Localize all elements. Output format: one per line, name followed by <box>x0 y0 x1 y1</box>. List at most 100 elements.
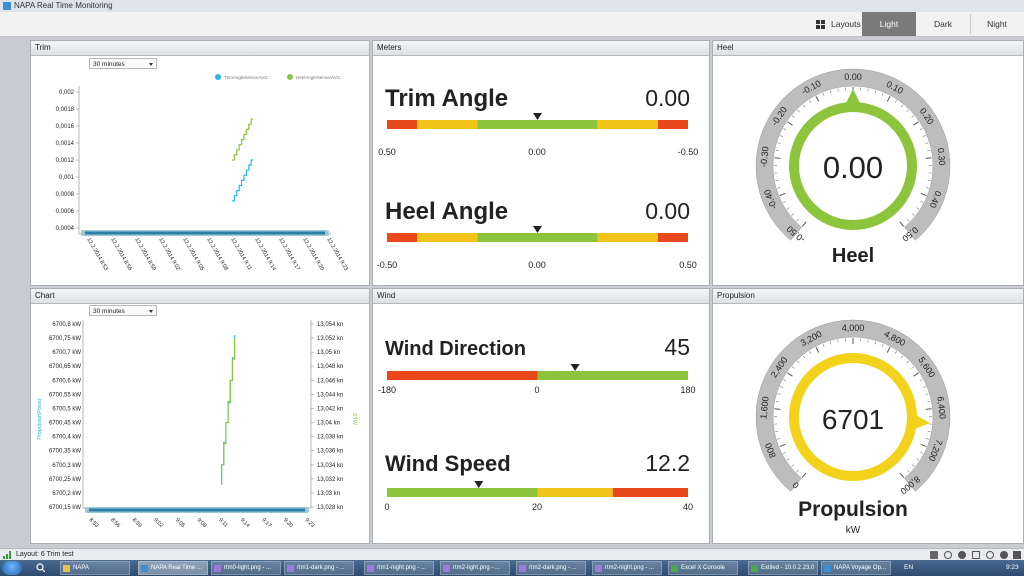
value-marker <box>474 481 484 488</box>
panel-title: Chart <box>31 289 369 304</box>
dial-minor-tick <box>907 218 910 222</box>
y-left-tick-label: 6700,75 kW <box>49 336 81 342</box>
dial-minor-tick <box>922 135 926 137</box>
gear-icon[interactable] <box>958 551 966 559</box>
layouts-label: Layouts <box>831 19 861 29</box>
dial-minor-tick <box>780 135 784 137</box>
x-tick-label: 12.2.2014 9:05 <box>181 237 205 272</box>
panel-title: Propulsion <box>713 289 1023 304</box>
theme-dark-button[interactable]: Dark <box>916 12 970 36</box>
y-left-tick-label: 6700,15 kW <box>49 505 81 511</box>
y-right-tick-label: 13,032 kn <box>317 477 343 483</box>
dial-minor-tick <box>791 213 794 216</box>
window-icon[interactable] <box>972 551 980 559</box>
dial-minor-tick <box>912 464 915 467</box>
grid-icon <box>816 20 825 29</box>
taskbar-item-file[interactable]: rtm1-dark.png - ... <box>284 561 354 575</box>
dial-minor-tick <box>777 142 781 144</box>
app-icon <box>3 2 11 10</box>
heel-angle-label: Heel Angle <box>385 198 508 225</box>
timeline-scroll-thumb[interactable] <box>85 231 325 235</box>
y-tick-label: 0,002 <box>59 90 75 96</box>
bar-segment <box>387 120 418 129</box>
dial-minor-tick <box>822 343 825 347</box>
bar-segment <box>657 120 688 129</box>
dial-tick <box>913 121 919 126</box>
taskbar-item-file[interactable]: rtm2-night.png - ... <box>592 561 662 575</box>
dial-minor-tick <box>925 142 929 144</box>
dial-minor-tick <box>922 386 926 388</box>
panel-title: Heel <box>713 41 1023 56</box>
taskbar-item-console[interactable]: Excel X Console <box>668 561 738 575</box>
settings-icon[interactable] <box>944 551 952 559</box>
info-icon[interactable] <box>986 551 994 559</box>
dial-tick <box>801 472 807 478</box>
x-tick-label: 9:11 <box>217 517 229 529</box>
clock[interactable]: 9:23 <box>1006 560 1019 576</box>
dial-minor-tick <box>919 379 923 382</box>
dial-minor-tick <box>775 430 779 433</box>
y-right-tick-label: 13,05 kn <box>317 350 340 356</box>
bar-segment <box>597 120 658 129</box>
x-tick-label: 12.2.2014 9:08 <box>205 237 229 272</box>
y-right-tick-label: 13,038 kn <box>317 435 343 441</box>
taskbar-item-extiled[interactable]: Extiled - 10.0.2.23.0 <box>748 561 818 575</box>
y-tick-label: 0,0012 <box>56 158 75 164</box>
dial-minor-tick <box>881 92 884 96</box>
x-tick-label: 12.2.2014 9:20 <box>301 237 325 272</box>
dial-minor-tick <box>900 104 904 108</box>
dial-tick <box>779 192 786 197</box>
x-tick-label: 12.2.2014 9:23 <box>325 237 349 272</box>
search-icon[interactable] <box>36 563 46 573</box>
taskbar-item-file[interactable]: rtm2-light.png - ... <box>440 561 510 575</box>
y-left-tick-label: 6700,5 kW <box>52 406 81 412</box>
value-marker <box>533 113 542 120</box>
bar-segment <box>612 488 688 497</box>
x-tick-label: 12.2.2014 9:17 <box>277 237 301 272</box>
taskbar-item-rtm[interactable]: NAPA Real Time ... <box>138 561 208 575</box>
y-tick-label: 0,0006 <box>56 209 75 215</box>
taskbar-item-file[interactable]: rtm0-light.png - ... <box>211 561 281 575</box>
dial-minor-tick <box>881 343 884 347</box>
dial-minor-tick <box>777 187 781 189</box>
wind-speed-value: 12.2 <box>645 450 690 476</box>
dial-tick-label: 4,000 <box>842 323 865 333</box>
dial-minor-tick <box>782 451 786 454</box>
start-button[interactable] <box>2 561 22 575</box>
taskbar-item-file[interactable]: rtm1-night.png - ... <box>364 561 434 575</box>
print-icon[interactable] <box>930 551 938 559</box>
y-right-tick-label: 13,03 kn <box>317 491 340 497</box>
layouts-button[interactable]: Layouts <box>812 12 862 36</box>
taskbar-item-file[interactable]: rtm2-dark.png - ... <box>516 561 586 575</box>
wind-gauges: Wind Direction 45 -180 0 180 Wind Speed … <box>378 334 696 512</box>
bar-segment <box>657 233 688 242</box>
panel-title: Trim <box>31 41 369 56</box>
dial-minor-tick <box>894 100 897 103</box>
series-line <box>231 118 254 161</box>
trim-angle-mid: 0.00 <box>528 147 546 157</box>
help-icon[interactable] <box>1000 551 1008 559</box>
toolbar: Layouts Light Dark Night <box>0 12 1024 37</box>
wind-speed-max: 40 <box>683 502 693 512</box>
y-tick-label: 0,0014 <box>56 141 75 147</box>
propulsion-panel: Propulsion 0 800 1,600 2,400 3,200 4,000 4,800… <box>712 288 1024 544</box>
x-tick-label: 8:53 <box>88 517 100 529</box>
dial-tick <box>899 472 905 478</box>
x-tick-label: 9:17 <box>260 517 272 529</box>
theme-night-button[interactable]: Night <box>970 12 1024 36</box>
dial-minor-tick <box>809 351 812 354</box>
taskbar-item-voyage[interactable]: NAPA Voyage Op... <box>821 561 891 575</box>
heel-pointer <box>845 89 861 105</box>
timeline-scroll-thumb[interactable] <box>89 508 305 512</box>
dial-minor-tick <box>927 430 931 433</box>
bar-segment <box>537 371 688 380</box>
theme-light-button[interactable]: Light <box>862 12 916 36</box>
taskbar-item-napa[interactable]: NAPA <box>60 561 130 575</box>
dial-minor-tick <box>791 115 795 118</box>
power-icon[interactable] <box>1013 551 1021 559</box>
legend-trim-label: TrimAngleSensorAVG <box>224 75 268 80</box>
y-left-tick-label: 6700,55 kW <box>49 392 81 398</box>
propulsion-value: 6701 <box>822 404 884 435</box>
language-indicator[interactable]: EN <box>904 560 913 576</box>
bar-segment <box>387 233 418 242</box>
